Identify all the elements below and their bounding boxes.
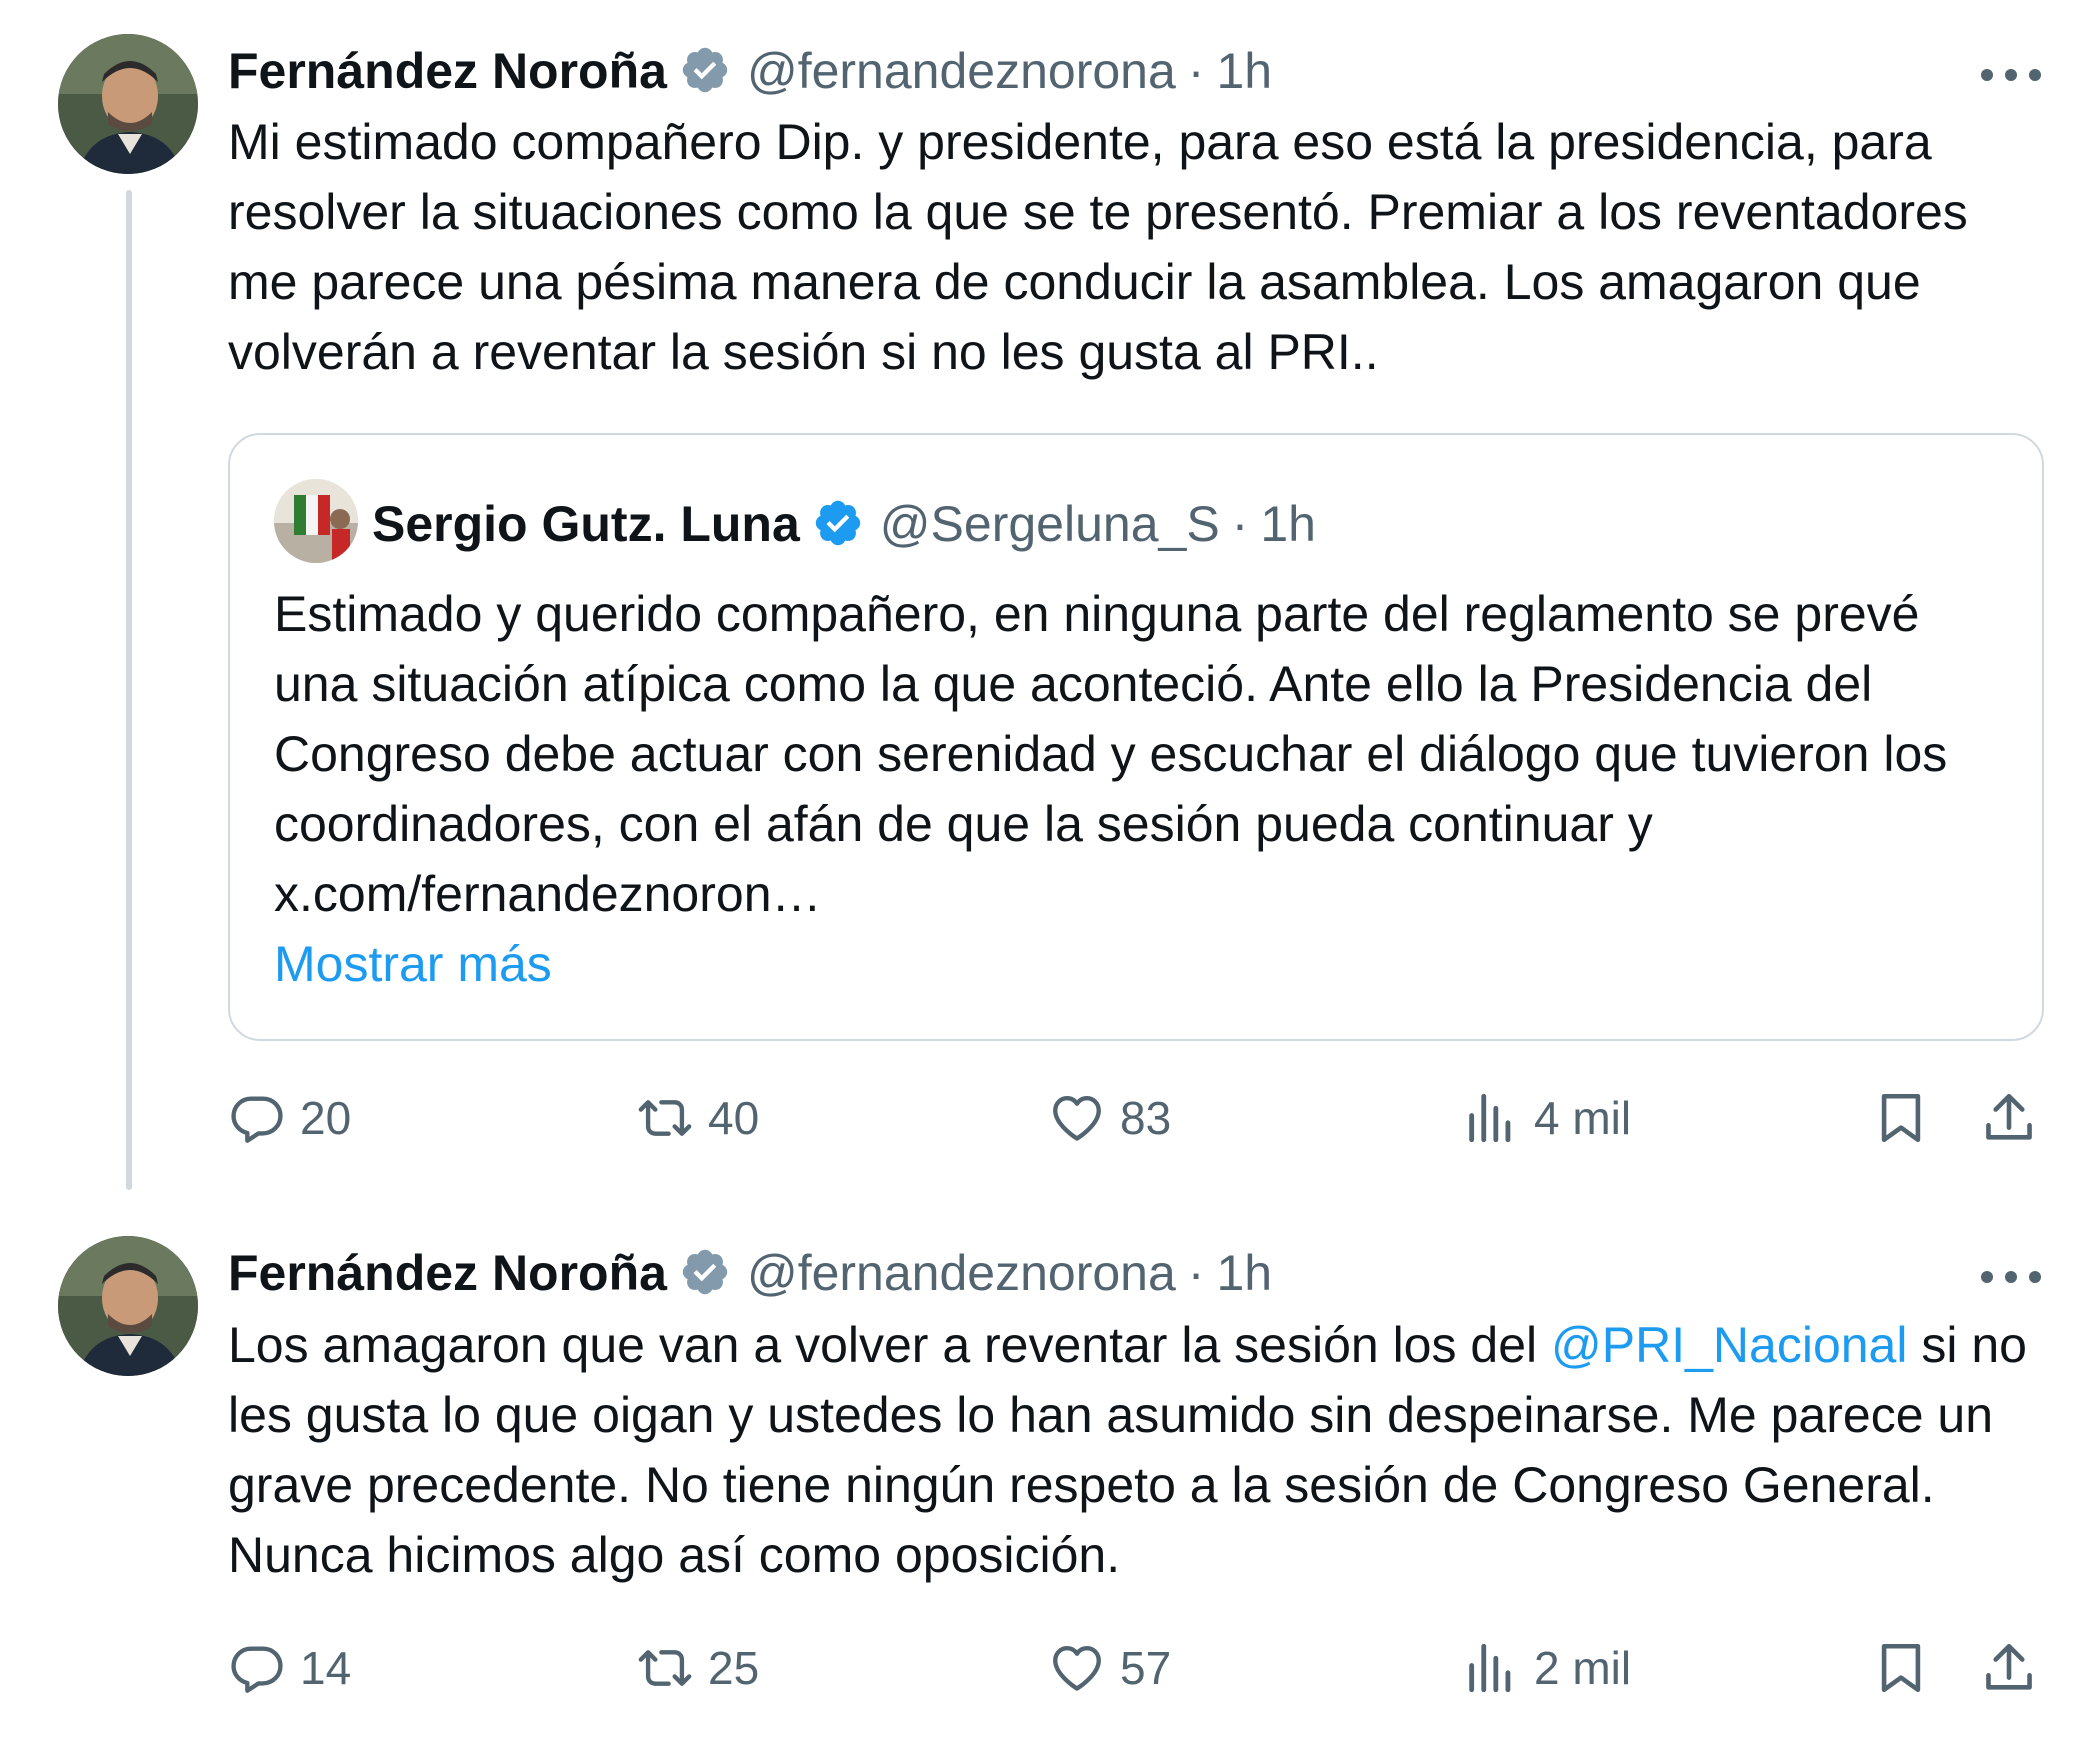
like-button[interactable]: 57 [1048, 1633, 1171, 1703]
repost-icon [636, 1089, 694, 1147]
views-count: 2 mil [1534, 1642, 1632, 1694]
quote-avatar-image [274, 479, 358, 563]
quote-author-name[interactable]: Sergio Gutz. Luna [372, 494, 800, 554]
tweet-actions: 20 40 83 4 mil [228, 1083, 2044, 1153]
timestamp[interactable]: 1h [1216, 1243, 1272, 1303]
views-count: 4 mil [1534, 1092, 1632, 1144]
more-options-icon[interactable] [1981, 1262, 2041, 1292]
avatar-image [58, 34, 198, 174]
verified-badge-icon[interactable] [812, 497, 864, 549]
author-name[interactable]: Fernández Noroña [228, 41, 667, 101]
show-more-link[interactable]: Mostrar más [274, 929, 552, 999]
author-handle[interactable]: @fernandeznorona [747, 41, 1176, 101]
timestamp[interactable]: 1h [1216, 41, 1272, 101]
avatar-image [58, 1236, 198, 1376]
share-icon [1980, 1639, 2038, 1697]
mention-link[interactable]: @PRI_Nacional [1551, 1317, 1907, 1373]
views-icon [1462, 1639, 1520, 1697]
repost-button[interactable]: 40 [636, 1083, 759, 1153]
separator-dot: · [1187, 1245, 1205, 1301]
quote-timestamp[interactable]: 1h [1260, 494, 1316, 554]
author-handle[interactable]: @fernandeznorona [747, 1243, 1176, 1303]
bookmark-button[interactable] [1872, 1083, 1944, 1153]
share-button[interactable] [1980, 1633, 2052, 1703]
like-count: 57 [1120, 1642, 1172, 1694]
separator-dot: · [1187, 43, 1205, 99]
verified-badge-icon[interactable] [679, 44, 731, 96]
avatar[interactable] [58, 1236, 198, 1376]
repost-count: 25 [708, 1642, 760, 1694]
reply-icon [228, 1089, 286, 1147]
repost-count: 40 [708, 1092, 760, 1144]
like-icon [1048, 1089, 1106, 1147]
like-count: 83 [1120, 1092, 1172, 1144]
quoted-tweet[interactable]: Sergio Gutz. Luna @Sergeluna_S · 1h Esti… [228, 433, 2044, 1041]
quote-text: Estimado y querido compañero, en ninguna… [274, 586, 1948, 922]
tweet-text: Mi estimado compañero Dip. y presidente,… [228, 114, 1968, 380]
views-icon [1462, 1089, 1520, 1147]
like-button[interactable]: 83 [1048, 1083, 1171, 1153]
reply-button[interactable]: 14 [228, 1633, 351, 1703]
views-button[interactable]: 4 mil [1462, 1083, 1631, 1153]
more-options-icon[interactable] [1981, 60, 2041, 90]
bookmark-button[interactable] [1872, 1633, 1944, 1703]
like-icon [1048, 1639, 1106, 1697]
reply-count: 20 [300, 1092, 352, 1144]
tweet-actions: 14 25 57 2 mil [228, 1633, 2044, 1703]
tweet-text-part: Los amagaron que van a volver a reventar… [228, 1317, 1551, 1373]
author-name[interactable]: Fernández Noroña [228, 1243, 667, 1303]
quote-avatar[interactable] [274, 479, 358, 563]
bookmark-icon [1872, 1639, 1930, 1697]
separator-dot: · [1231, 496, 1249, 552]
quote-author-handle[interactable]: @Sergeluna_S [880, 494, 1220, 554]
views-button[interactable]: 2 mil [1462, 1633, 1631, 1703]
reply-icon [228, 1639, 286, 1697]
reply-count: 14 [300, 1642, 352, 1694]
verified-badge-icon[interactable] [679, 1246, 731, 1298]
share-icon [1980, 1089, 2038, 1147]
avatar[interactable] [58, 34, 198, 174]
share-button[interactable] [1980, 1083, 2052, 1153]
repost-button[interactable]: 25 [636, 1633, 759, 1703]
repost-icon [636, 1639, 694, 1697]
bookmark-icon [1872, 1089, 1930, 1147]
tweet-text: Los amagaron que van a volver a reventar… [228, 1310, 2048, 1590]
reply-button[interactable]: 20 [228, 1083, 351, 1153]
thread-connector-line [126, 190, 132, 1190]
